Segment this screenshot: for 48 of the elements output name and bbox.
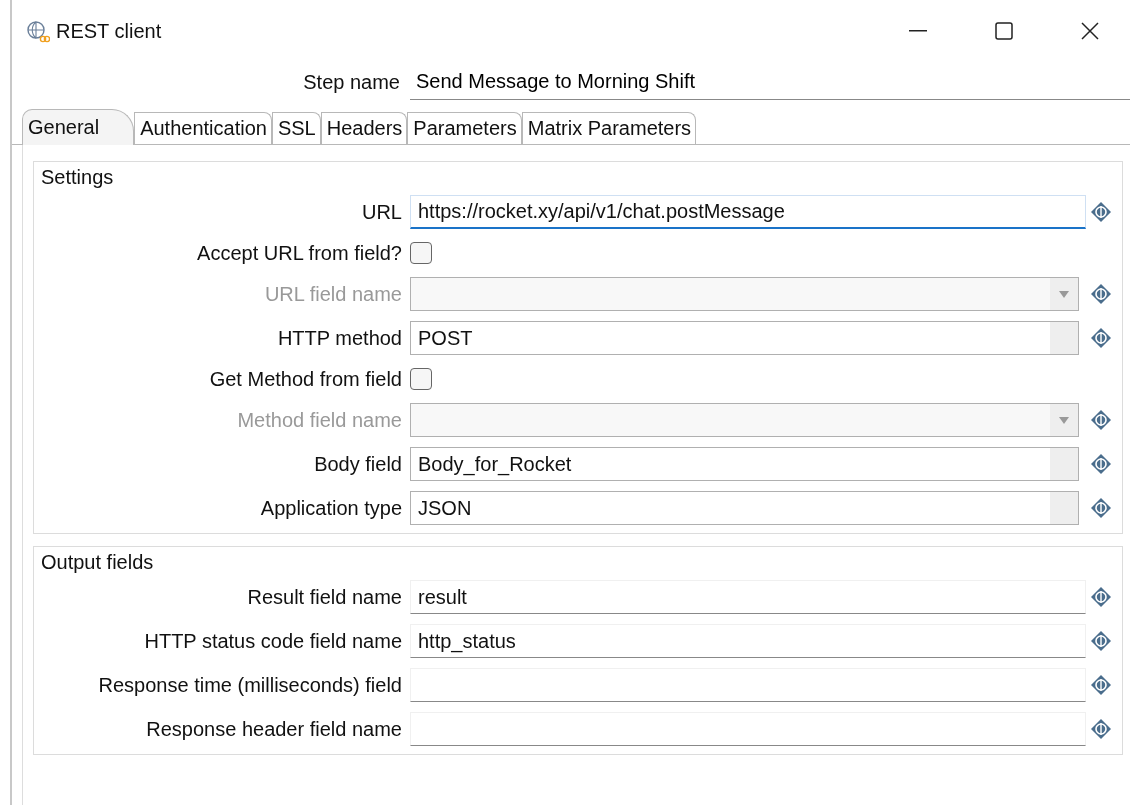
diamond-icon[interactable] — [1090, 327, 1112, 349]
diamond-icon[interactable] — [1090, 674, 1112, 696]
select-field[interactable]: POST — [410, 321, 1079, 355]
field-label: Accept URL from field? — [196, 241, 403, 265]
text-field[interactable] — [410, 712, 1086, 746]
tab[interactable]: Authentication — [134, 112, 272, 144]
field-label: Body field — [313, 452, 403, 476]
tab[interactable]: Parameters — [407, 112, 522, 144]
text-field[interactable] — [410, 668, 1086, 702]
tab[interactable]: Headers — [320, 112, 408, 144]
group-title: Output fields — [40, 550, 155, 574]
diamond-icon[interactable] — [1090, 586, 1112, 608]
select-field[interactable]: JSON — [410, 491, 1079, 525]
field-label: Method field name — [236, 408, 403, 432]
text-field[interactable]: https://rocket.xy/api/v1/chat.postMessage — [410, 195, 1086, 229]
dropdown-arrow-icon — [1059, 290, 1069, 298]
diamond-icon[interactable] — [1090, 201, 1112, 223]
field-label: Response header field name — [145, 717, 403, 741]
select-field[interactable]: Body_for_Rocket — [410, 447, 1079, 481]
text-field[interactable]: result — [410, 580, 1086, 614]
tab[interactable]: General — [22, 109, 135, 145]
dropdown-arrow-icon — [1059, 416, 1069, 424]
maximize-icon — [995, 22, 1013, 40]
field-label: Result field name — [246, 585, 403, 609]
tab[interactable]: Matrix Parameters — [521, 112, 697, 144]
close-icon — [1081, 22, 1099, 40]
field-label: HTTP status code field name — [143, 629, 403, 653]
checkbox[interactable] — [410, 368, 432, 390]
window-title: REST client — [56, 19, 163, 43]
text-field[interactable]: http_status — [410, 624, 1086, 658]
field-label: HTTP method — [276, 326, 403, 350]
minimize-icon — [909, 30, 927, 32]
diamond-icon[interactable] — [1090, 718, 1112, 740]
globe-icon — [26, 19, 50, 43]
diamond-icon[interactable] — [1090, 409, 1112, 431]
checkbox[interactable] — [410, 242, 432, 264]
tab[interactable]: SSL — [271, 112, 321, 144]
diamond-icon[interactable] — [1090, 630, 1112, 652]
group-title: Settings — [40, 165, 115, 189]
diamond-icon[interactable] — [1090, 283, 1112, 305]
field-label: URL — [361, 200, 403, 224]
field-label: Application type — [259, 496, 403, 520]
diamond-icon[interactable] — [1090, 497, 1112, 519]
field-label: Get Method from field — [208, 367, 403, 391]
diamond-icon[interactable] — [1090, 453, 1112, 475]
field-label: Response time (milliseconds) field — [97, 673, 403, 697]
field-label: URL field name — [263, 282, 403, 306]
field-label: Step name — [302, 70, 401, 94]
